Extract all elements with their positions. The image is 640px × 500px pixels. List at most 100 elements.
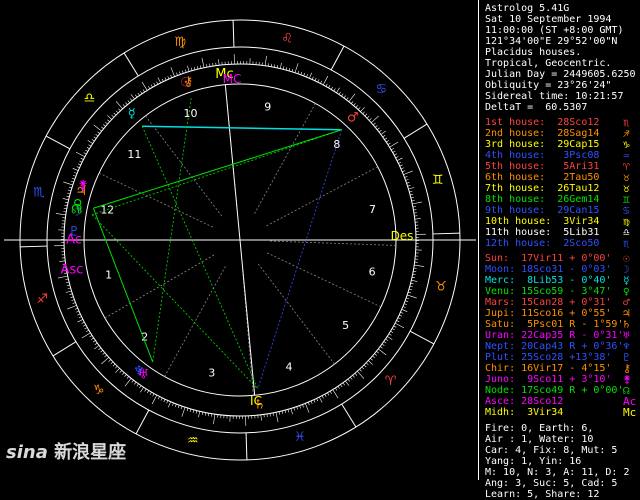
degree-tick [320,81,321,84]
scorpio-icon: ♏ [33,185,45,200]
degree-tick [330,391,332,394]
degree-tick [353,375,355,377]
chart-wheel-panel: ♈♉♊♋♌♍♎♏♐♑♒♓123456789101112☉☽☿♀♂♃♄♅♆♇⚷⚵☊… [0,0,478,480]
degree-tick [123,104,125,106]
sign-boundary [342,404,356,427]
summary-line: Learn: 5, Share: 12 [485,489,599,500]
degree-tick [274,64,275,67]
degree-tick [405,176,408,177]
header-line: Tropical, Geocentric. [485,58,611,69]
degree-tick [413,271,416,272]
house-cusp-line [268,241,396,245]
degree-tick [176,73,177,76]
degree-tick [291,408,293,414]
house-cusp-row: 5th house: 5Ari31 [485,161,599,172]
degree-tick [83,325,86,326]
planet-position-row: Nept: 20Cap43 R + 0°36' [485,341,623,352]
degree-tick [93,340,95,342]
degree-tick [383,135,385,137]
degree-tick [96,134,98,136]
degree-tick [76,152,85,157]
degree-tick [191,68,192,71]
degree-tick [103,124,105,126]
chart-planet-icon: ⚷ [184,75,194,90]
aspect-line [92,130,342,215]
degree-tick [102,353,104,355]
degree-tick [202,58,204,68]
house-number-label: 4 [285,360,292,373]
cancer-icon: ♋ [376,82,388,97]
degree-tick [67,285,70,286]
summary-line: Fire: 0, Earth: 6, [485,423,593,434]
chart-info-panel: Astrolog 5.41GSat 10 September 199411:00… [481,0,640,480]
aquarius-icon: ♒ [187,434,199,449]
degree-tick [349,94,355,102]
degree-tick [300,406,301,409]
header-line: Sidereal time: 10:21:57 [485,91,623,102]
degree-tick [213,414,214,424]
sign-boundary [331,46,344,70]
aspect-line [92,215,258,389]
sign-boundary [246,433,247,460]
degree-tick [179,72,180,75]
degree-tick [82,333,90,338]
degree-tick [122,372,124,374]
degree-tick [86,330,89,332]
degree-tick [63,182,72,185]
degree-tick [382,344,384,346]
degree-tick [69,187,72,188]
degree-tick [74,172,77,173]
degree-tick [398,318,401,319]
degree-tick [279,412,280,415]
degree-tick [94,137,96,139]
planet-position-row: Merc: 8Lib53 - 0°40' [485,275,611,286]
degree-tick [326,84,327,87]
degree-tick [345,381,349,386]
degree-tick [360,369,362,371]
degree-tick [386,339,388,341]
degree-tick [87,147,90,149]
degree-tick [397,158,402,161]
degree-tick [128,100,130,102]
degree-tick [125,102,127,104]
planet-position-row: Satu: 5Psc01 R - 1°59' [485,319,623,330]
degree-tick [276,412,278,422]
degree-tick [81,158,84,159]
degree-tick [341,94,343,96]
degree-tick [162,79,163,82]
degree-tick [84,153,87,154]
header-line: Placidus houses. [485,47,581,58]
panel-divider [478,0,479,480]
degree-tick [104,355,106,357]
degree-tick [63,198,69,199]
degree-tick [140,91,142,93]
imum-coeli-label: IC [250,394,262,408]
degree-tick [107,115,111,119]
header-line: 121°34'00"E 29°52'00"N [485,36,617,47]
degree-tick [130,99,132,101]
degree-tick [101,357,108,364]
degree-tick [150,392,152,395]
aries-icon: ♈ [385,374,397,389]
degree-tick [68,288,71,289]
degree-tick [301,72,302,75]
watermark-text: 新浪星座 [54,442,126,463]
planet-position-row: Mars: 15Can28 + 0°31' [485,297,611,308]
degree-tick [391,148,394,150]
degree-tick [115,366,117,368]
degree-tick [137,384,139,386]
header-line: 11:00:00 (ST +8:00 GMT) [485,25,623,36]
degree-tick [323,76,328,85]
degree-tick [73,302,76,303]
degree-tick [172,403,173,406]
degree-tick [350,377,352,379]
degree-tick [391,331,394,333]
planet-position-row: Plut: 25Sco28 +13°38' [485,352,611,363]
degree-tick [65,279,68,280]
house-number-label: 11 [127,148,141,161]
degree-tick [385,138,387,140]
degree-tick [294,408,295,411]
degree-tick [404,304,407,305]
degree-tick [115,368,119,372]
degree-tick [82,322,85,323]
